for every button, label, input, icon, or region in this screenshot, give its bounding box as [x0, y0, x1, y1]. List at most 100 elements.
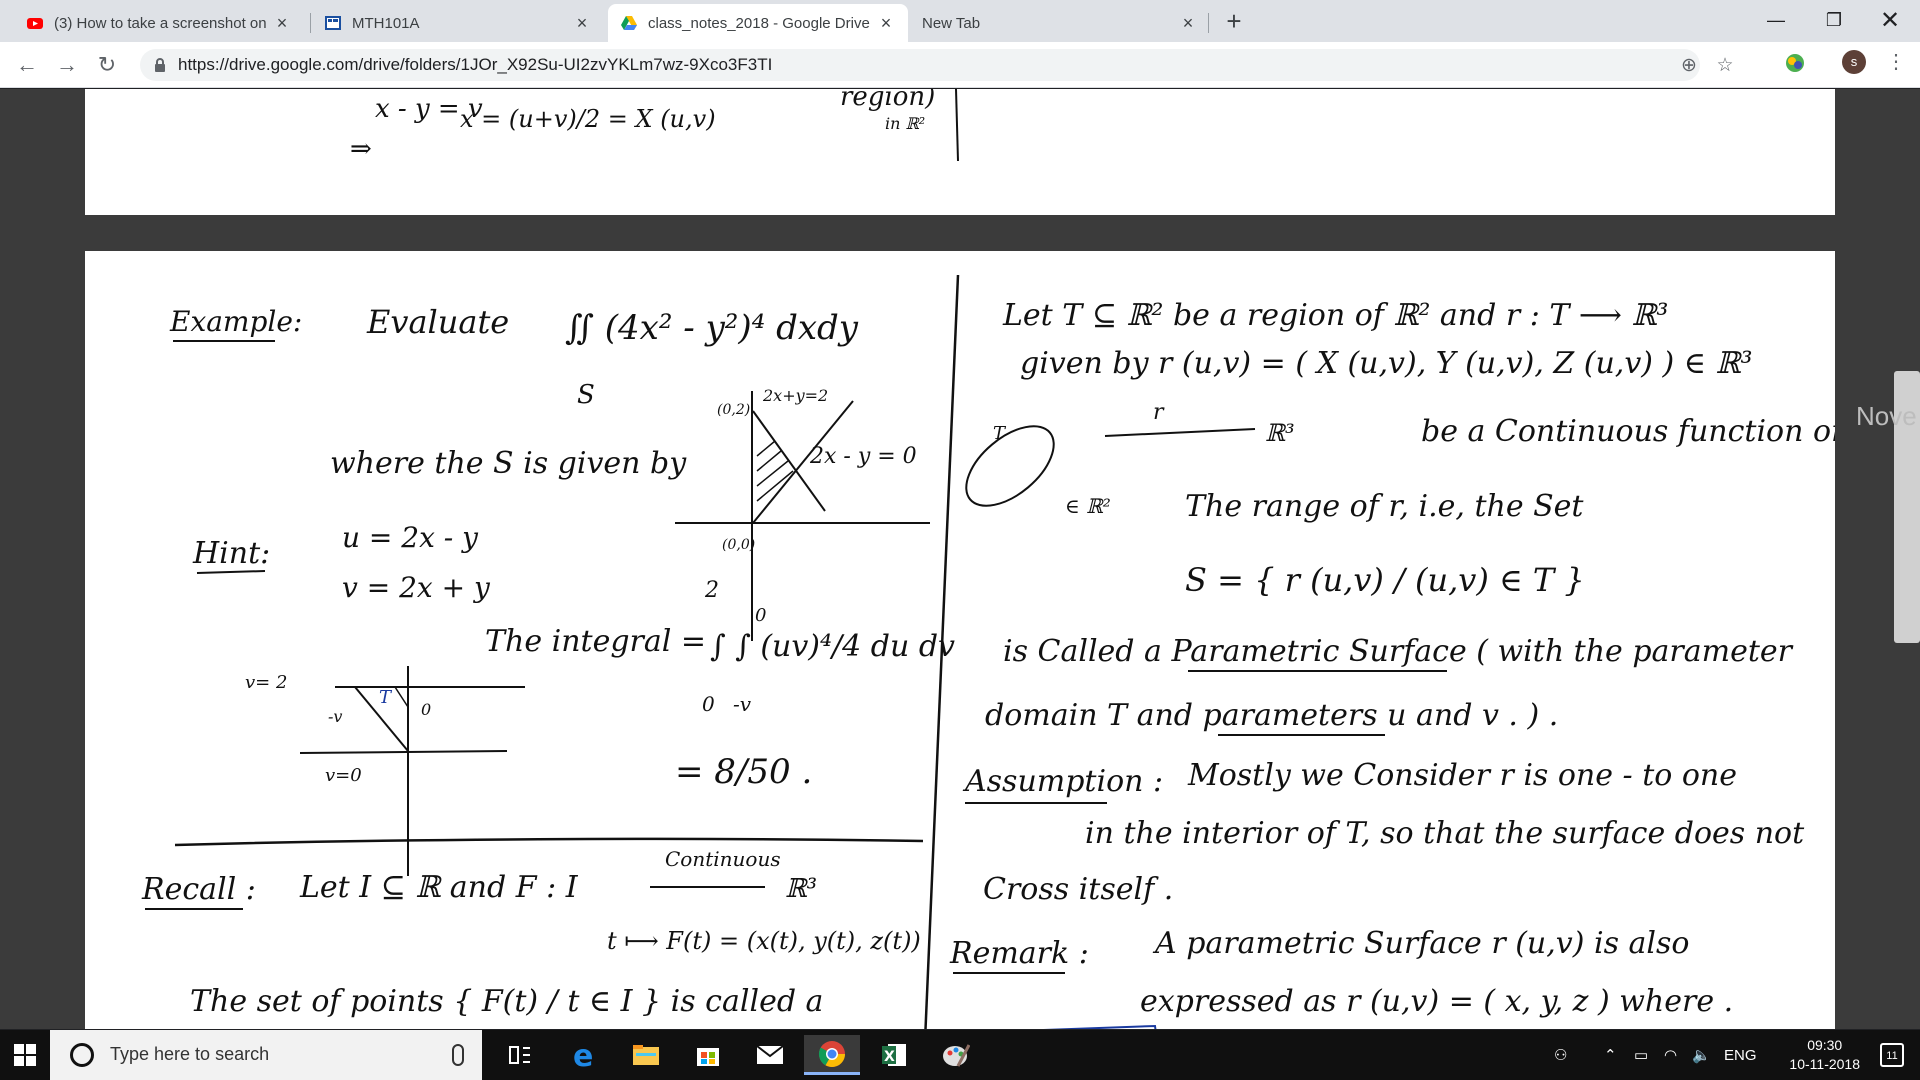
diagram-label: ∈ ℝ² [1065, 494, 1111, 518]
system-clock[interactable]: 09:30 10-11-2018 [1789, 1036, 1860, 1074]
taskbar-search-box[interactable]: Type here to search [50, 1030, 482, 1080]
svg-text:X: X [884, 1049, 895, 1065]
address-bar[interactable]: https://drive.google.com/drive/folders/1… [140, 49, 1734, 81]
file-explorer-icon[interactable] [618, 1035, 674, 1075]
diagram-label: T [993, 423, 1007, 444]
language-indicator[interactable]: ENG [1724, 1030, 1757, 1080]
tab-title: MTH101A [352, 14, 420, 32]
close-tab-icon[interactable]: × [1178, 13, 1198, 33]
recall-r3: ℝ³ [785, 874, 817, 904]
background-drive-text: Nove [1856, 401, 1917, 431]
tab-google-drive[interactable]: class_notes_2018 - Google Drive × [608, 4, 908, 42]
remark-label: Remark : [949, 936, 1089, 971]
excel-icon[interactable]: X [866, 1035, 922, 1075]
limit: 0 [755, 605, 766, 626]
assumption-label: Assumption : [962, 764, 1163, 799]
limit: 2 [704, 578, 719, 603]
search-icon [70, 1043, 94, 1067]
note-line: in ℝ² [885, 114, 925, 133]
notes-line: in the interior of T, so that the surfac… [1085, 816, 1805, 851]
classroom-icon [325, 16, 341, 30]
graph-label: v= 2 [245, 672, 287, 693]
edge-icon[interactable]: e [556, 1035, 612, 1075]
youtube-icon [27, 18, 43, 29]
chrome-icon[interactable] [804, 1035, 860, 1075]
windows-start-icon[interactable] [14, 1044, 36, 1066]
where-text: where the S is given by [330, 446, 687, 481]
graph-label: (0,2) [717, 402, 750, 418]
note-line: x = (u+v)/2 = X (u,v) [460, 105, 716, 133]
extension-icon[interactable] [1784, 52, 1806, 74]
integral-expression: ∬ (4x² - y²)⁴ dxdy [565, 308, 859, 348]
notes-line: expressed as r (u,v) = ( x, y, z ) where… [1140, 984, 1733, 1019]
svg-text:e: e [573, 1041, 593, 1069]
tab-mth101a[interactable]: MTH101A × [312, 4, 604, 42]
restore-button[interactable]: ❐ [1806, 0, 1862, 40]
people-icon[interactable]: ⚇ [1554, 1030, 1567, 1080]
chrome-menu-icon[interactable]: ⋮ [1886, 48, 1906, 76]
reload-button[interactable]: ↻ [92, 50, 122, 80]
battery-icon[interactable]: ▭ [1634, 1030, 1648, 1080]
task-view-icon[interactable] [492, 1035, 548, 1075]
zoom-icon[interactable]: ⊕ [1678, 55, 1700, 77]
tab-title: (3) How to take a screenshot on [54, 14, 267, 32]
substitution-u: u = 2x - y [342, 521, 479, 554]
close-tab-icon[interactable]: × [572, 13, 592, 33]
tab-strip: (3) How to take a screenshot on × MTH101… [0, 0, 1920, 42]
show-hidden-icons[interactable]: ⌃ [1604, 1030, 1617, 1080]
microphone-icon[interactable] [452, 1044, 464, 1066]
back-button[interactable]: ← [12, 50, 42, 80]
diagram-label: r [1153, 400, 1165, 425]
wifi-icon[interactable]: ◠ [1664, 1030, 1677, 1080]
profile-avatar[interactable]: s [1842, 50, 1866, 74]
action-center-icon[interactable]: 11 [1880, 1043, 1904, 1067]
notes-line: The range of r, i.e, the Set [1185, 489, 1584, 524]
notes-line: be a Continuous function on T. [1421, 414, 1835, 449]
notes-line: Mostly we Consider r is one - to one [1187, 758, 1737, 793]
paint-icon[interactable] [928, 1035, 984, 1075]
tab-youtube[interactable]: (3) How to take a screenshot on × [14, 4, 304, 42]
hint-label: Hint: [192, 536, 270, 571]
graph-label: (0,0) [722, 537, 755, 553]
iterated-integral: ∫ ∫ (uv)⁴/4 du dv [710, 629, 955, 664]
notes-line: is Called a Parametric Surface ( with th… [1003, 634, 1794, 669]
region-label: T [379, 687, 393, 708]
new-tab-button[interactable]: + [1220, 8, 1248, 36]
minimize-button[interactable]: — [1748, 0, 1804, 40]
integral-eq-text: The integral = [485, 624, 706, 659]
notes-page-2: Example: Evaluate ∬ (4x² - y²)⁴ dxdy S w… [85, 251, 1835, 1029]
notes-line: domain T and parameters u and v . ) . [985, 698, 1558, 733]
bookmark-star-icon[interactable]: ☆ [1714, 55, 1736, 77]
recall-line: Let I ⊆ ℝ and F : I [299, 870, 579, 905]
store-icon[interactable] [680, 1035, 736, 1075]
volume-icon[interactable]: 🔈 [1692, 1030, 1711, 1080]
substitution-v: v = 2x + y [342, 571, 491, 604]
notes-line: A parametric Surface r (u,v) is also [1152, 926, 1689, 961]
windows-taskbar: Type here to search e X ⚇ ⌃ ▭ ◠ 🔈 ENG 09… [0, 1030, 1920, 1080]
tab-new-tab[interactable]: New Tab × [910, 4, 1210, 42]
close-tab-icon[interactable]: × [876, 13, 896, 33]
notes-line: Cross itself . [983, 872, 1173, 907]
clock-time: 09:30 [1807, 1037, 1843, 1053]
implies-symbol: ⇒ [350, 134, 372, 164]
graph-label: -v [328, 707, 342, 726]
integral-result: = 8/50 . [675, 752, 812, 792]
notes-line: given by r (u,v) = ( X (u,v), Y (u,v), Z… [1020, 346, 1752, 381]
close-tab-icon[interactable]: × [272, 13, 292, 33]
evaluate-text: Evaluate [366, 303, 509, 341]
search-placeholder: Type here to search [110, 1044, 270, 1064]
recall-label: Recall : [141, 872, 256, 907]
notes-page-1: x - y = v ⇒ x = (u+v)/2 = X (u,v) region… [85, 89, 1835, 215]
limit: 0 [702, 692, 715, 716]
forward-button[interactable]: → [52, 50, 82, 80]
lock-icon [155, 58, 165, 72]
limit: -v [733, 692, 752, 716]
notes-line: S = { r (u,v) / (u,v) ∈ T } [1185, 561, 1585, 599]
tab-title: class_notes_2018 - Google Drive [648, 14, 870, 32]
tab-title: New Tab [922, 14, 981, 32]
close-window-button[interactable]: ✕ [1862, 0, 1918, 40]
example-label: Example: [169, 305, 302, 338]
mail-icon[interactable] [742, 1035, 798, 1075]
document-viewer: x - y = v ⇒ x = (u+v)/2 = X (u,v) region… [0, 89, 1920, 1029]
note-line: region) [840, 89, 935, 112]
